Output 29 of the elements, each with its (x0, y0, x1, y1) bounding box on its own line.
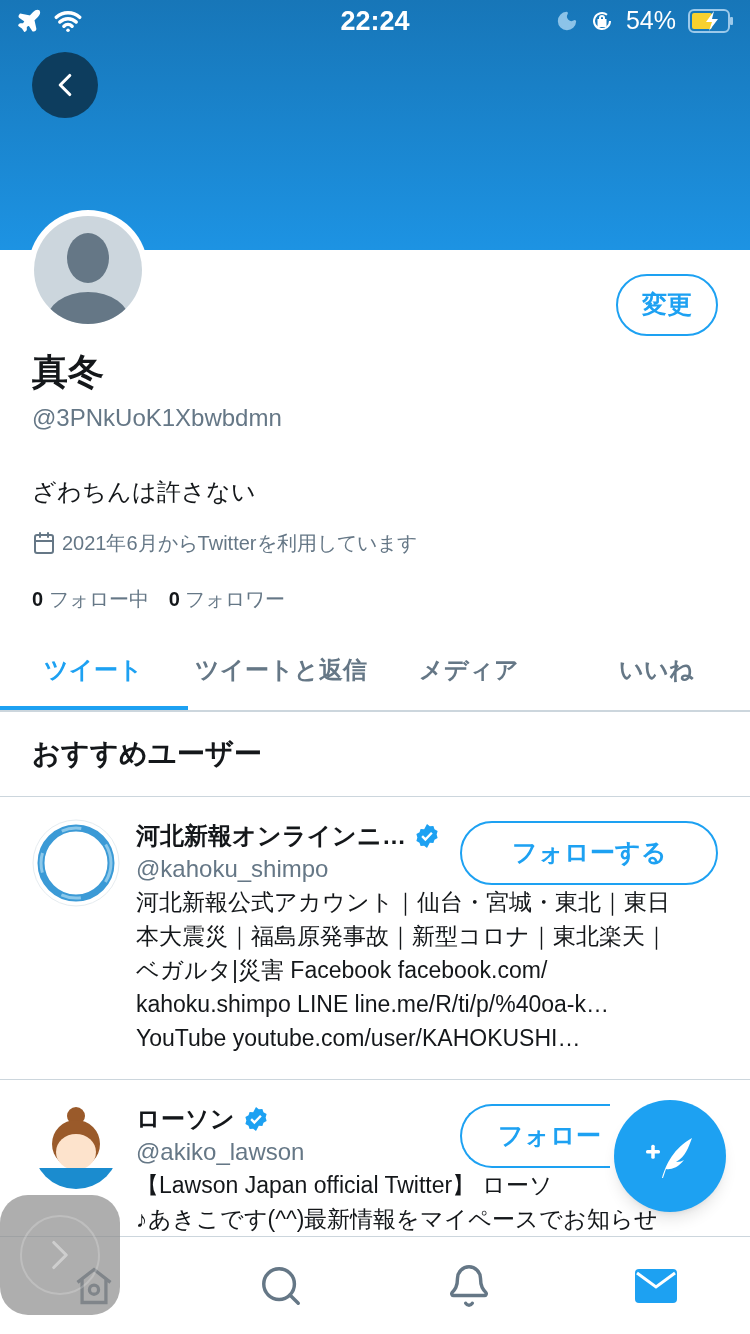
profile-name: 真冬 (32, 350, 104, 394)
mail-icon[interactable] (634, 1267, 679, 1304)
status-time: 22:24 (339, 4, 411, 38)
profile-bio: ざわちんは許さない (32, 477, 256, 507)
follow-button[interactable]: フォロー (460, 1104, 610, 1168)
battery-percent: 54% (625, 5, 676, 37)
assistive-touch-menu[interactable] (0, 1195, 120, 1315)
join-date: 2021年6月からTwitterを利用しています (62, 531, 417, 556)
edit-profile-button[interactable]: 変更 (616, 274, 718, 336)
avatar-icon[interactable] (32, 819, 120, 907)
user-bio: 【Lawson Japan official Twitter】 ローソ ♪あきこです(^^)最新情報をマイペースでお知らせ (136, 1171, 660, 1234)
user-name[interactable]: 河北新報オンラインニ… (136, 819, 406, 852)
followers-link[interactable]: 0 フォロワー (168, 584, 286, 614)
calendar-icon (32, 531, 56, 555)
following-link[interactable]: 0 フォロー中 (32, 584, 149, 614)
profile-handle: @3PNkUoK1Xbwbdmn (32, 403, 282, 433)
profile-tab[interactable]: ツイートと返信 (187, 634, 375, 710)
user-name[interactable]: ローソン (136, 1102, 235, 1135)
profile-tab[interactable]: いいね (562, 634, 750, 710)
profile-tab[interactable]: メディア (375, 634, 563, 710)
airplane-icon (16, 8, 42, 34)
user-handle: @akiko_lawson (136, 1137, 305, 1167)
profile-tab[interactable]: ツイート (0, 634, 188, 710)
user-handle: @kahoku_shimpo (136, 854, 329, 884)
battery-icon (688, 9, 734, 33)
moon-icon (555, 10, 578, 32)
section-title: おすすめユーザー (0, 712, 750, 797)
follow-button[interactable]: フォローする (460, 821, 718, 885)
user-bio: 河北新報公式アカウント｜仙台・宮城・東北｜東日 本大震災｜福島原発事故｜新型コロナ｜東北楽天｜ ベガルタ|災害 Facebook facebook.com/ kahoku.shimpo LINE line.me/R/ti/p/%40oa-k… YouTube youtube.com/user/KAHOKUSHI… (136, 888, 671, 1053)
